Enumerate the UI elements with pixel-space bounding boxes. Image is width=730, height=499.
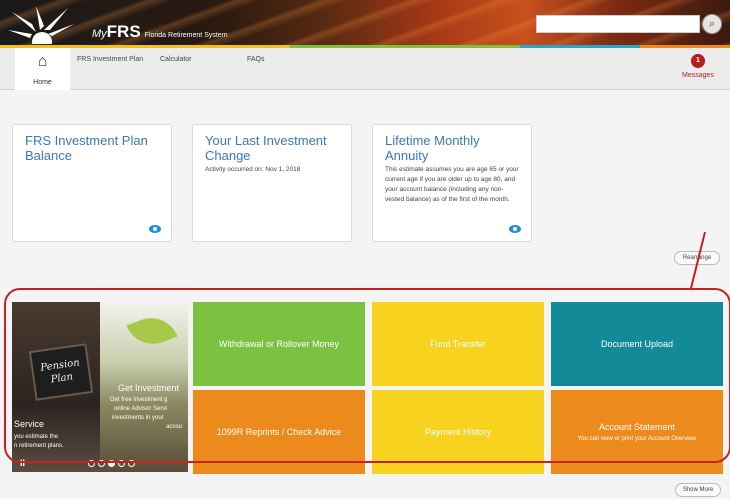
card-body: This estimate assumes you are age 65 or … — [385, 166, 519, 203]
search-icon: ⌕ — [708, 17, 716, 30]
main-nav: ⌂ Home FRS Investment Plan Calculator FA… — [0, 48, 730, 90]
card-lifetime-annuity: Lifetime Monthly Annuity This estimate a… — [372, 124, 532, 242]
eye-icon[interactable] — [149, 225, 161, 233]
home-icon: ⌂ — [37, 53, 48, 70]
nav-home-label: Home — [33, 79, 52, 86]
nav-link-investment-plan[interactable]: FRS Investment Plan — [77, 56, 143, 63]
eye-icon[interactable] — [509, 225, 521, 233]
show-more-button[interactable]: Show More — [675, 483, 721, 497]
nav-home[interactable]: ⌂ Home — [15, 48, 70, 90]
brand-my: My — [92, 28, 107, 40]
brand-frs: FRS — [106, 22, 141, 41]
search-button[interactable]: ⌕ — [702, 14, 722, 34]
card-title: Lifetime Monthly Annuity — [385, 133, 480, 163]
annotation-highlight-box — [4, 288, 730, 463]
messages-label: Messages — [682, 72, 714, 79]
nav-link-calculator[interactable]: Calculator — [160, 56, 192, 63]
nav-link-faqs[interactable]: FAQs — [247, 56, 265, 63]
card-last-investment-change: Your Last Investment Change Activity occ… — [192, 124, 352, 242]
card-title: FRS Investment Plan Balance — [25, 133, 148, 163]
card-investment-balance: FRS Investment Plan Balance — [12, 124, 172, 242]
frs-sun-logo-icon[interactable] — [6, 4, 76, 44]
card-body: Activity occurred on: Nov 1, 2018 — [205, 166, 301, 173]
site-brand[interactable]: MyFRS Florida Retirement System — [92, 22, 228, 42]
messages-count-badge: 1 — [691, 54, 705, 68]
search-input[interactable] — [536, 15, 700, 33]
site-header: MyFRS Florida Retirement System ⌕ — [0, 0, 730, 45]
card-title: Your Last Investment Change — [205, 133, 327, 163]
brand-system-name: Florida Retirement System — [144, 32, 228, 39]
messages-button[interactable]: 1 Messages — [676, 54, 720, 79]
